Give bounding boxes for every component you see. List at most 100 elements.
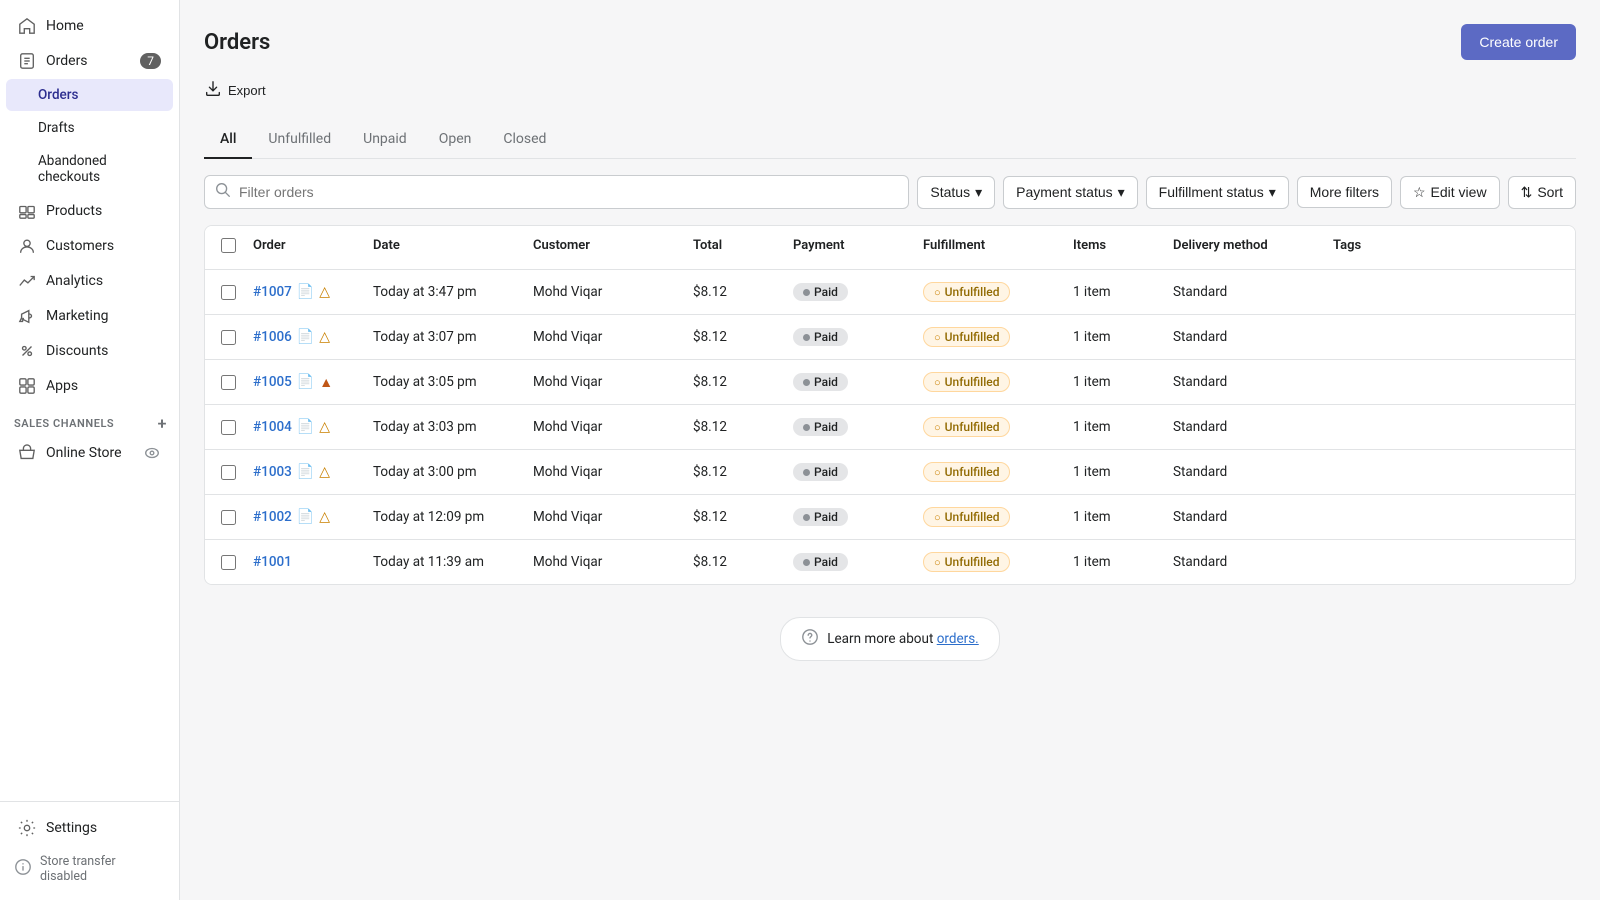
table-row: #1002 📄 △ Today at 12:09 pm Mohd Viqar $… [205,495,1575,540]
sidebar-item-analytics[interactable]: Analytics [6,264,173,298]
question-icon [801,628,819,650]
tab-closed[interactable]: Closed [487,121,562,159]
sidebar-item-orders-orders[interactable]: Orders [6,79,173,111]
order-date-cell: Today at 3:47 pm [373,284,533,300]
fulfillment-badge: Unfulfilled [923,552,1010,572]
row-checkbox[interactable] [221,285,236,300]
fulfillment-badge: Unfulfilled [923,282,1010,302]
doc-icon: 📄 [297,329,314,345]
order-items-cell: 1 item [1073,329,1173,345]
fulfillment-status-filter-button[interactable]: Fulfillment status ▾ [1146,176,1289,209]
tab-open[interactable]: Open [423,121,488,159]
order-id-cell: #1002 📄 △ [253,509,373,525]
online-store-icon [18,444,36,462]
order-link[interactable]: #1002 [253,509,292,525]
table-row: #1006 📄 △ Today at 3:07 pm Mohd Viqar $8… [205,315,1575,360]
sidebar-item-orders[interactable]: Orders 7 [6,44,173,78]
order-link[interactable]: #1001 [253,554,292,570]
order-customer-cell: Mohd Viqar [533,554,693,570]
order-link[interactable]: #1006 [253,329,292,345]
sidebar-item-discounts[interactable]: Discounts [6,334,173,368]
col-items: Items [1073,238,1173,257]
edit-view-button[interactable]: ☆ Edit view [1400,176,1500,209]
fulfillment-badge: Unfulfilled [923,417,1010,437]
chevron-down-icon: ▾ [975,184,982,201]
doc-icon: 📄 [297,509,314,525]
online-store-eye-button[interactable] [143,444,161,462]
order-payment-cell: Paid [793,463,923,481]
order-total-cell: $8.12 [693,554,793,570]
export-icon [204,80,222,101]
table-row: #1003 📄 △ Today at 3:00 pm Mohd Viqar $8… [205,450,1575,495]
row-checkbox[interactable] [221,420,236,435]
add-sales-channel-icon[interactable]: + [158,414,167,433]
row-checkbox[interactable] [221,465,236,480]
learn-more-link[interactable]: orders. [937,631,979,647]
col-tags: Tags [1333,238,1413,257]
orders-table: Order Date Customer Total Payment Fulfil… [204,225,1576,585]
search-input[interactable] [204,175,909,209]
order-link[interactable]: #1005 [253,374,292,390]
doc-icon: 📄 [297,284,314,300]
order-payment-cell: Paid [793,328,923,346]
order-date-cell: Today at 11:39 am [373,554,533,570]
select-all-checkbox[interactable] [221,238,236,253]
order-customer-cell: Mohd Viqar [533,374,693,390]
order-customer-cell: Mohd Viqar [533,284,693,300]
order-payment-cell: Paid [793,373,923,391]
page-header: Orders Create order [204,24,1576,60]
order-date-cell: Today at 3:07 pm [373,329,533,345]
sidebar-item-home[interactable]: Home [6,9,173,43]
order-customer-cell: Mohd Viqar [533,509,693,525]
row-checkbox[interactable] [221,330,236,345]
discounts-icon [18,342,36,360]
analytics-icon [18,272,36,290]
more-filters-button[interactable]: More filters [1297,176,1392,208]
learn-more-section: Learn more about orders. [204,617,1576,661]
order-total-cell: $8.12 [693,374,793,390]
row-checkbox[interactable] [221,555,236,570]
fulfillment-badge: Unfulfilled [923,507,1010,527]
row-checkbox[interactable] [221,510,236,525]
order-payment-cell: Paid [793,508,923,526]
star-icon: ☆ [1413,184,1426,201]
orders-badge: 7 [140,53,161,69]
order-delivery-cell: Standard [1173,419,1333,435]
order-fulfillment-cell: Unfulfilled [923,327,1073,347]
warning-red-icon: ▲ [319,374,333,391]
order-items-cell: 1 item [1073,419,1173,435]
tab-unpaid[interactable]: Unpaid [347,121,423,159]
sidebar-item-products[interactable]: Products [6,194,173,228]
col-customer: Customer [533,238,693,257]
order-delivery-cell: Standard [1173,464,1333,480]
sidebar-item-apps[interactable]: Apps [6,369,173,403]
export-button[interactable]: Export [204,76,266,105]
sidebar-item-orders-abandoned[interactable]: Abandoned checkouts [6,145,173,193]
row-checkbox[interactable] [221,375,236,390]
order-items-cell: 1 item [1073,464,1173,480]
tab-unfulfilled[interactable]: Unfulfilled [252,121,347,159]
sort-button[interactable]: ⇅ Sort [1508,176,1576,209]
chevron-down-icon: ▾ [1118,184,1125,201]
order-link[interactable]: #1003 [253,464,292,480]
fulfillment-badge: Unfulfilled [923,372,1010,392]
order-customer-cell: Mohd Viqar [533,419,693,435]
order-payment-cell: Paid [793,553,923,571]
sidebar-item-customers[interactable]: Customers [6,229,173,263]
sidebar-item-orders-drafts[interactable]: Drafts [6,112,173,144]
tab-all[interactable]: All [204,121,252,159]
sidebar-item-settings[interactable]: Settings [6,811,173,845]
order-items-cell: 1 item [1073,284,1173,300]
sidebar-item-marketing[interactable]: Marketing [6,299,173,333]
status-filter-button[interactable]: Status ▾ [917,176,995,209]
payment-status-filter-button[interactable]: Payment status ▾ [1003,176,1138,209]
search-icon [214,181,232,203]
payment-badge: Paid [793,553,848,571]
order-delivery-cell: Standard [1173,509,1333,525]
create-order-button[interactable]: Create order [1461,24,1576,60]
payment-badge: Paid [793,508,848,526]
order-link[interactable]: #1004 [253,419,292,435]
fulfillment-badge: Unfulfilled [923,327,1010,347]
order-link[interactable]: #1007 [253,284,292,300]
sidebar-item-online-store[interactable]: Online Store [6,438,173,468]
